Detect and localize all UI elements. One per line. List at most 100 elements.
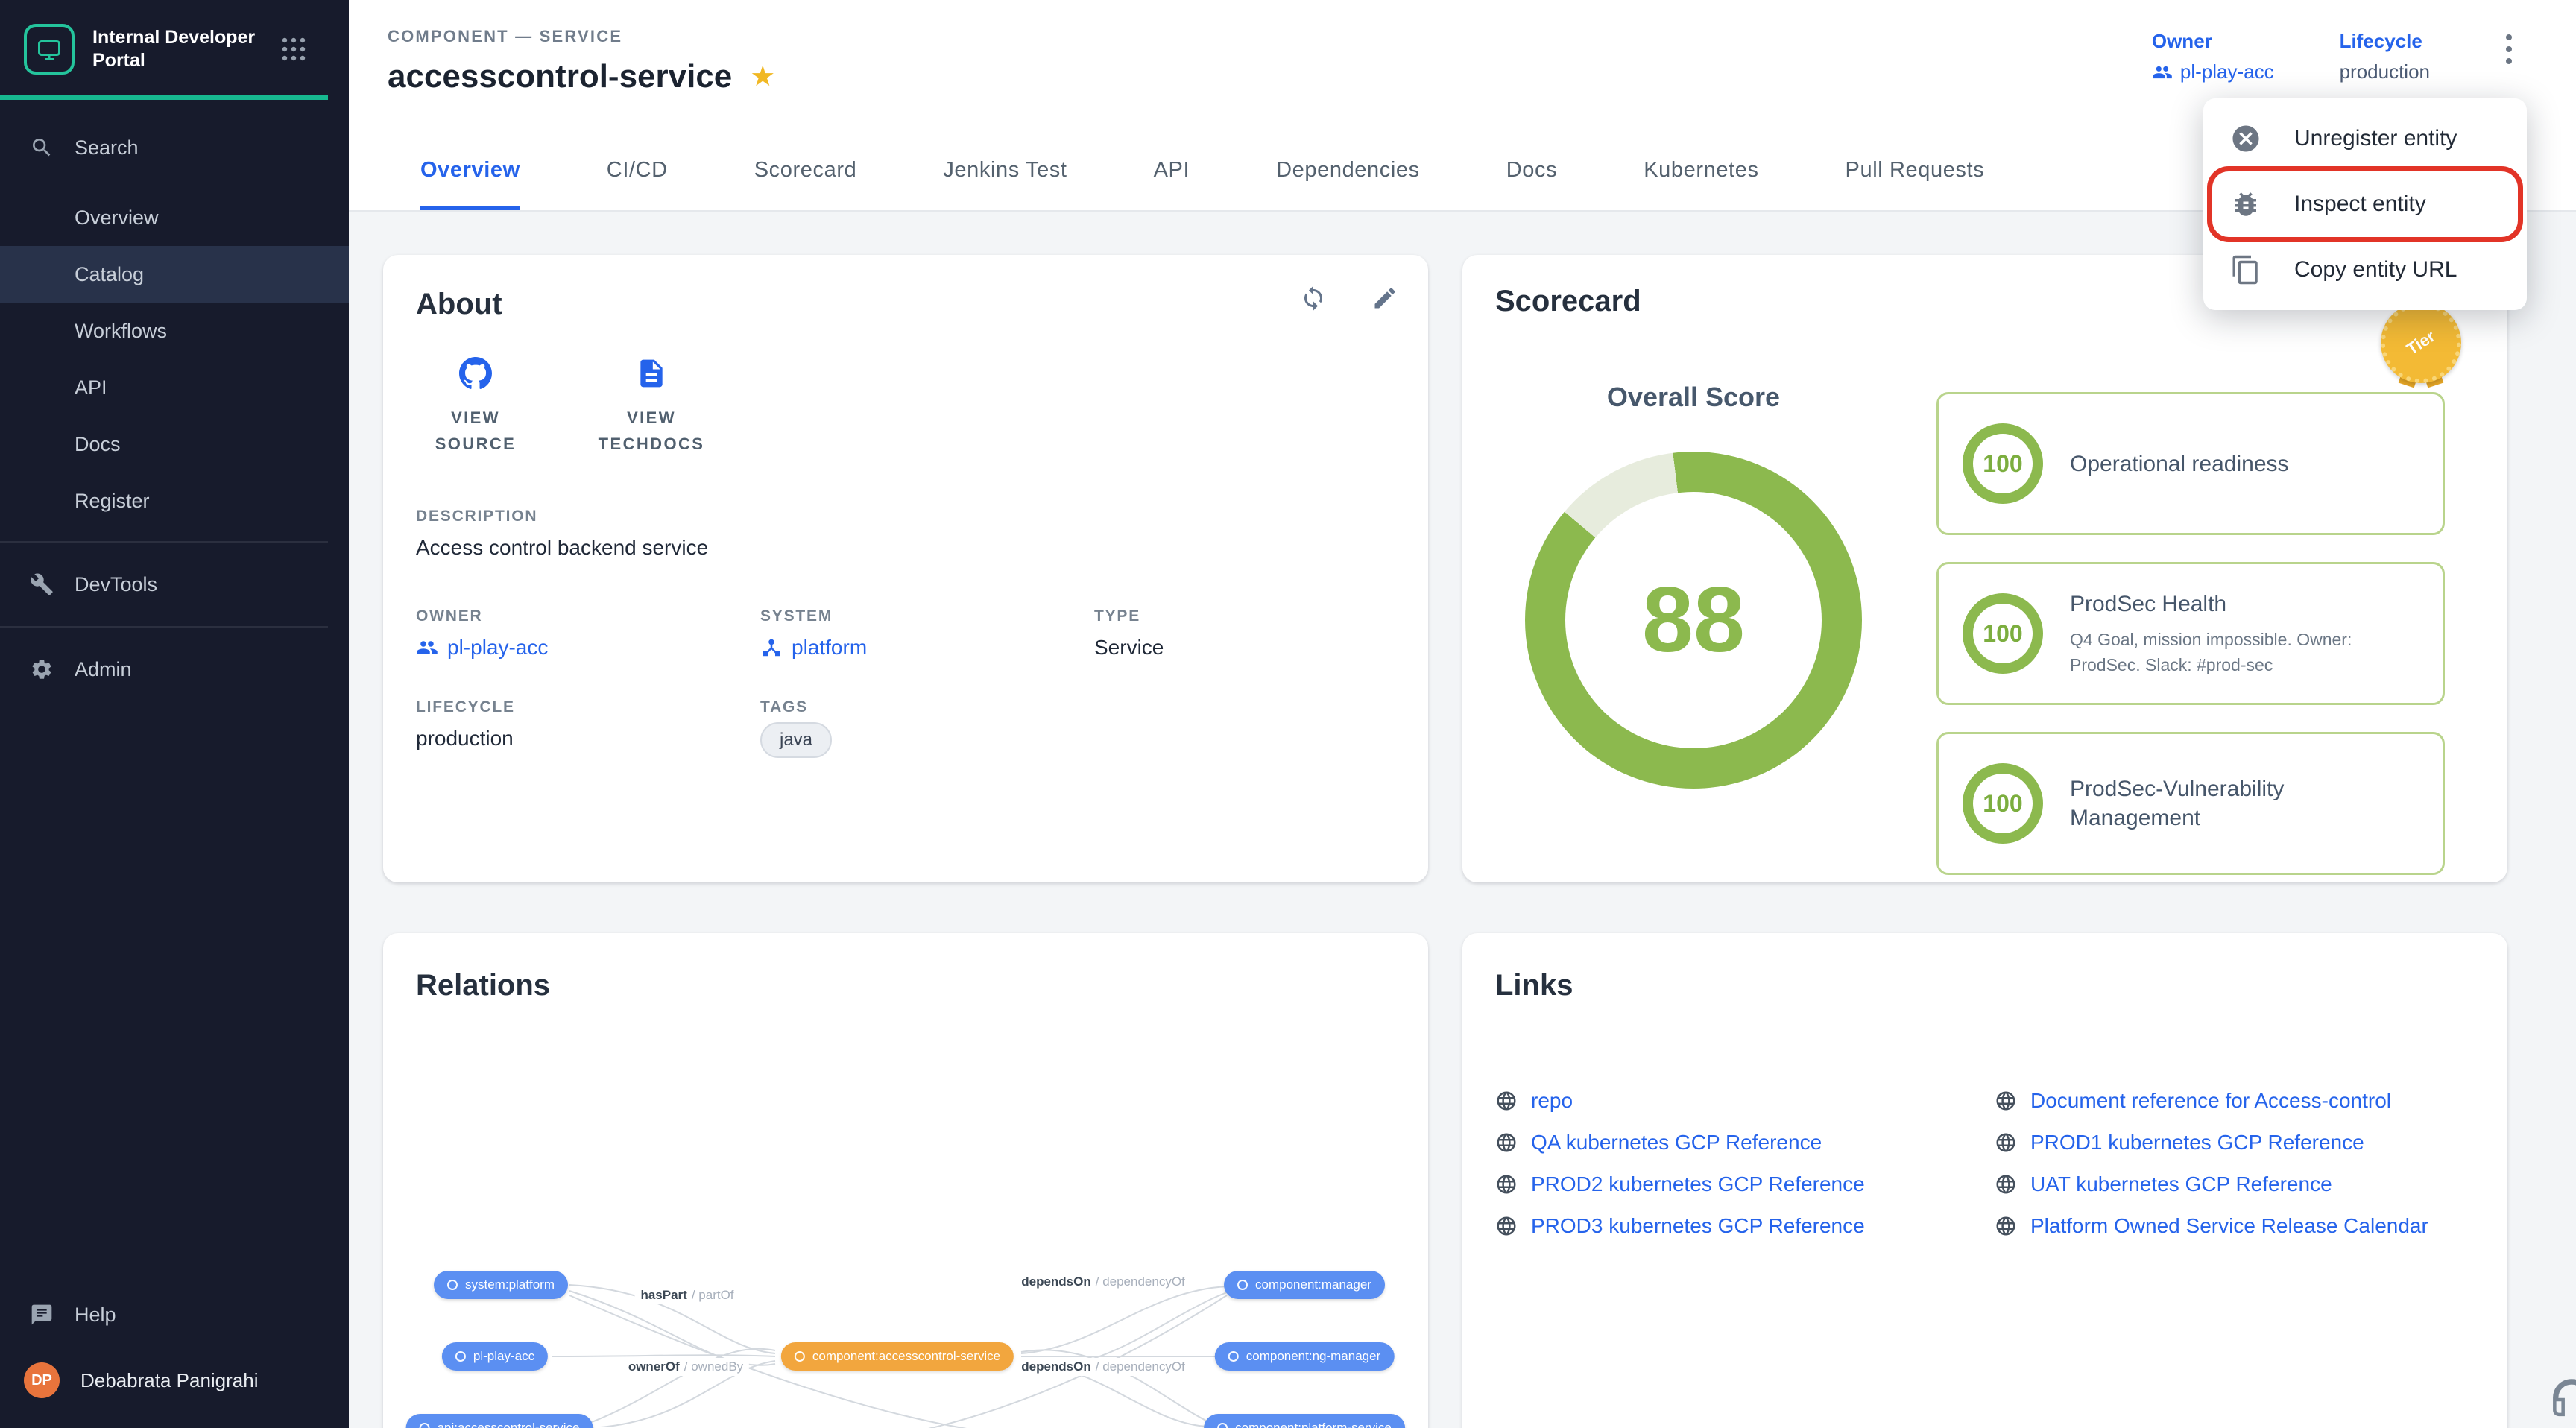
sidebar-item-api[interactable]: API — [0, 359, 349, 416]
apps-grid-icon[interactable] — [280, 36, 307, 63]
about-owner-link[interactable]: pl-play-acc — [416, 636, 760, 660]
sidebar-item-label: API — [75, 376, 107, 399]
link-release-calendar[interactable]: Platform Owned Service Release Calendar — [1995, 1205, 2475, 1247]
links-list: repo Document reference for Access-contr… — [1495, 1080, 2475, 1247]
gear-icon — [30, 657, 54, 681]
sidebar-divider — [0, 541, 328, 543]
node-icon — [1237, 1280, 1248, 1290]
link-prod3-kubernetes[interactable]: PROD3 kubernetes GCP Reference — [1495, 1205, 1995, 1247]
score-card-prodsec-vulnerability[interactable]: 100 ProdSec-Vulnerability Management — [1936, 732, 2445, 875]
tab-docs[interactable]: Docs — [1506, 134, 1557, 210]
sidebar-search-label: Search — [75, 136, 139, 159]
portal-logo[interactable] — [24, 24, 75, 75]
monitor-icon — [36, 36, 63, 63]
relation-node-component-manager[interactable]: component:manager — [1224, 1271, 1385, 1299]
score-ring: 100 — [1963, 423, 2043, 504]
tab-dependencies[interactable]: Dependencies — [1276, 134, 1420, 210]
tab-scorecard[interactable]: Scorecard — [754, 134, 857, 210]
menu-item-copy-entity-url[interactable]: Copy entity URL — [2203, 237, 2527, 303]
score-card-operational-readiness[interactable]: 100 Operational readiness — [1936, 392, 2445, 535]
score-ring: 100 — [1963, 763, 2043, 844]
node-icon — [447, 1280, 458, 1290]
edit-pencil-icon[interactable] — [1371, 285, 1398, 312]
view-source-link[interactable]: VIEW SOURCE — [422, 357, 529, 457]
sidebar-item-label: Catalog — [75, 263, 144, 286]
link-prod1-kubernetes[interactable]: PROD1 kubernetes GCP Reference — [1995, 1122, 2475, 1163]
sidebar-search[interactable]: Search — [0, 118, 349, 177]
menu-item-inspect-entity[interactable]: Inspect entity — [2212, 171, 2518, 237]
more-options-kebab-icon[interactable] — [2496, 33, 2522, 66]
tab-overview[interactable]: Overview — [420, 134, 520, 210]
content-area: About VIEW SOURCE VIEW TECHDOCS — [349, 212, 2576, 1428]
sidebar-item-overview[interactable]: Overview — [0, 189, 349, 246]
score-card-prodsec-health[interactable]: 100 ProdSec Health Q4 Goal, mission impo… — [1936, 562, 2445, 705]
globe-icon — [1495, 1173, 1518, 1195]
copy-icon — [2230, 254, 2261, 285]
sidebar-item-catalog[interactable]: Catalog — [0, 246, 349, 303]
link-prod2-kubernetes[interactable]: PROD2 kubernetes GCP Reference — [1495, 1163, 1995, 1205]
favorite-star-icon[interactable]: ★ — [750, 63, 775, 91]
page-title: accesscontrol-service — [388, 58, 732, 95]
relation-node-component-ng-manager[interactable]: component:ng-manager — [1215, 1342, 1395, 1371]
support-headset-button[interactable] — [2546, 1374, 2576, 1425]
globe-icon — [1995, 1173, 2017, 1195]
bug-icon — [2230, 189, 2261, 220]
owner-value: pl-play-acc — [2180, 60, 2274, 83]
group-icon — [2152, 62, 2173, 83]
sidebar-user[interactable]: DP Debabrata Panigrahi — [0, 1345, 349, 1416]
overall-score-donut: 88 — [1525, 452, 1862, 789]
view-techdocs-label: VIEW TECHDOCS — [598, 405, 705, 457]
type-field: TYPE Service — [1094, 607, 1395, 660]
score-ring: 100 — [1963, 593, 2043, 674]
relations-card: Relations — [383, 933, 1428, 1428]
owner-field: OWNER pl-play-acc — [416, 607, 760, 660]
relation-node-component-platform-service[interactable]: component:platform-service — [1204, 1414, 1405, 1428]
overall-score-block: Overall Score 88 — [1515, 382, 1872, 789]
sidebar: Internal Developer Portal Search Overvie… — [0, 0, 349, 1428]
help-chat-icon — [30, 1303, 54, 1327]
globe-icon — [1495, 1215, 1518, 1237]
sidebar-item-admin[interactable]: Admin — [0, 639, 349, 699]
scorecard-card: Scorecard Overall Score 88 Tier 100 — [1462, 255, 2507, 882]
refresh-icon[interactable] — [1300, 285, 1327, 312]
relations-graph: hasPart/ partOf ownerOf/ ownedBy apiProv… — [383, 933, 1428, 1428]
node-icon — [1217, 1423, 1228, 1428]
tab-pull-requests[interactable]: Pull Requests — [1846, 134, 1985, 210]
node-icon — [420, 1423, 430, 1428]
entity-context-menu: Unregister entity Inspect entity Copy en… — [2203, 98, 2527, 310]
tab-api[interactable]: API — [1154, 134, 1190, 210]
sidebar-item-label: Overview — [75, 206, 159, 230]
tab-jenkins-test[interactable]: Jenkins Test — [943, 134, 1067, 210]
link-qa-kubernetes[interactable]: QA kubernetes GCP Reference — [1495, 1122, 1995, 1163]
tier-ribbon-badge: Tier — [2381, 303, 2461, 383]
overall-score-value: 88 — [1642, 567, 1745, 673]
header-left: COMPONENT — SERVICE accesscontrol-servic… — [388, 27, 775, 134]
link-uat-kubernetes[interactable]: UAT kubernetes GCP Reference — [1995, 1163, 2475, 1205]
view-techdocs-link[interactable]: VIEW TECHDOCS — [598, 357, 705, 457]
tab-cicd[interactable]: CI/CD — [607, 134, 668, 210]
sidebar-divider — [0, 626, 328, 628]
relation-node-system-platform[interactable]: system:platform — [434, 1271, 568, 1299]
group-icon — [416, 636, 438, 659]
about-system-link[interactable]: platform — [760, 636, 1094, 660]
link-document-reference[interactable]: Document reference for Access-control — [1995, 1080, 2475, 1122]
node-icon — [795, 1351, 805, 1362]
sidebar-item-label: DevTools — [75, 573, 157, 596]
tab-kubernetes[interactable]: Kubernetes — [1644, 134, 1758, 210]
document-icon — [635, 357, 668, 390]
sidebar-item-workflows[interactable]: Workflows — [0, 303, 349, 359]
tag-chip-java[interactable]: java — [760, 722, 832, 758]
sidebar-item-register[interactable]: Register — [0, 473, 349, 529]
owner-link[interactable]: pl-play-acc — [2152, 60, 2274, 83]
relation-node-api-accesscontrol-service[interactable]: api:accesscontrol-service — [406, 1414, 593, 1428]
sidebar-item-docs[interactable]: Docs — [0, 416, 349, 473]
tier-badge-label: Tier — [2403, 326, 2439, 359]
relation-node-pl-play-acc[interactable]: pl-play-acc — [442, 1342, 548, 1371]
about-title: About — [416, 288, 1395, 321]
relation-node-component-accesscontrol-service[interactable]: component:accesscontrol-service — [781, 1342, 1014, 1371]
sidebar-item-devtools[interactable]: DevTools — [0, 555, 349, 614]
menu-item-unregister-entity[interactable]: Unregister entity — [2203, 106, 2527, 171]
link-repo[interactable]: repo — [1495, 1080, 1995, 1122]
overall-score-label: Overall Score — [1515, 382, 1872, 413]
sidebar-item-help[interactable]: Help — [0, 1285, 349, 1345]
